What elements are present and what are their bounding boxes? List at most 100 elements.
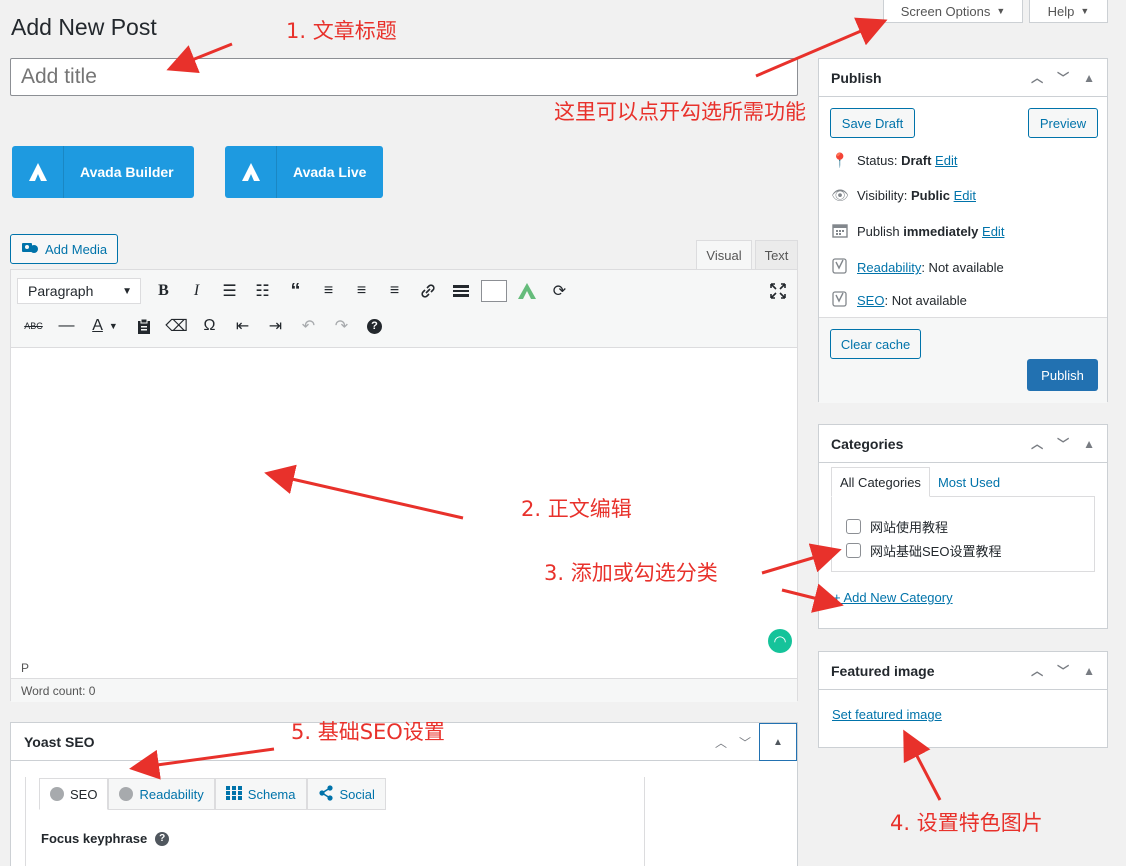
publish-box: Publish ︿ ﹀ ▲ Save Draft Preview 📍 Statu… [818, 58, 1108, 403]
tab-yoast-social-label: Social [339, 786, 375, 802]
link-icon[interactable] [411, 277, 444, 305]
save-draft-button[interactable]: Save Draft [830, 108, 915, 138]
outdent-icon[interactable]: ⇤ [226, 312, 259, 340]
annotation-screen-options: 这里可以点开勾选所需功能 [554, 100, 806, 124]
publish-button[interactable]: Publish [1027, 359, 1098, 391]
align-left-icon[interactable]: ≡ [312, 277, 345, 305]
calendar-icon [831, 222, 849, 241]
post-title-input[interactable] [10, 58, 798, 96]
tab-yoast-seo-label: SEO [70, 786, 98, 802]
align-right-icon[interactable]: ≡ [378, 277, 411, 305]
move-down-icon[interactable]: ﹀ [1057, 435, 1069, 452]
editor-status-bar: P Word count: 0 [11, 658, 797, 702]
collapse-icon[interactable]: ▲ [759, 723, 797, 761]
tab-text[interactable]: Text [755, 240, 798, 270]
bullet-list-icon[interactable]: ☰ [213, 277, 246, 305]
tab-all-categories-label: All Categories [840, 474, 921, 490]
grid-icon [225, 785, 242, 803]
move-up-icon[interactable]: ︿ [1031, 435, 1043, 452]
special-character-icon[interactable]: Ω [193, 312, 226, 340]
read-more-icon[interactable] [444, 277, 477, 305]
numbered-list-icon[interactable]: ☷ [246, 277, 279, 305]
category-checkbox[interactable] [846, 543, 861, 558]
fusion-builder-icon[interactable] [510, 277, 543, 305]
help-icon[interactable]: ? [155, 831, 170, 846]
share-icon [318, 784, 334, 804]
bold-icon[interactable]: B [147, 277, 180, 305]
move-up-icon[interactable]: ︿ [1031, 69, 1043, 86]
move-up-icon[interactable]: ︿ [1031, 662, 1043, 679]
post-content-editor[interactable]: Paragraph ▼ B I ☰ ☷ “ ≡ ≡ ≡ ⟳ ABC — A ▼ … [10, 269, 798, 702]
tab-visual[interactable]: Visual [696, 240, 752, 270]
move-down-icon[interactable]: ﹀ [1057, 69, 1069, 86]
move-down-icon[interactable]: ﹀ [739, 734, 751, 751]
categories-box-title: Categories [831, 435, 904, 452]
avada-logo-icon [12, 146, 64, 198]
collapse-icon[interactable]: ▲ [1083, 71, 1095, 85]
publish-button-label: Publish [1041, 367, 1084, 383]
avada-live-label: Avada Live [293, 164, 367, 180]
avada-live-button[interactable]: Avada Live [225, 146, 383, 198]
clear-cache-button[interactable]: Clear cache [830, 329, 921, 359]
help-button[interactable]: Help ▼ [1029, 0, 1108, 23]
seo-row: SEO: Not available [831, 290, 967, 311]
media-icon [21, 240, 39, 259]
horizontal-line-icon[interactable]: — [50, 312, 83, 340]
text-color-icon[interactable]: A ▼ [83, 312, 127, 340]
status-label: Status: [857, 153, 902, 168]
pin-icon: 📍 [831, 152, 849, 168]
tab-all-categories[interactable]: All Categories [831, 467, 930, 497]
edit-schedule-link[interactable]: Edit [982, 224, 1004, 239]
add-media-button[interactable]: Add Media [10, 234, 118, 264]
undo-icon[interactable]: ↶ [292, 312, 325, 340]
help-label: Help [1047, 3, 1075, 19]
strikethrough-icon[interactable]: ABC [17, 312, 50, 340]
avada-builder-button[interactable]: Avada Builder [12, 146, 194, 198]
blockquote-icon[interactable]: “ [279, 277, 312, 305]
paste-text-icon[interactable] [127, 312, 160, 340]
focus-keyphrase-row: Focus keyphrase ? [41, 831, 170, 846]
seo-link[interactable]: SEO [857, 293, 884, 308]
preview-button[interactable]: Preview [1028, 108, 1098, 138]
redo-icon[interactable]: ↷ [325, 312, 358, 340]
collapse-icon[interactable]: ▲ [1083, 437, 1095, 451]
featured-image-box: Featured image ︿ ﹀ ▲ Set featured image [818, 651, 1108, 748]
collapse-icon[interactable]: ▲ [1083, 664, 1095, 678]
category-item[interactable]: 网站基础SEO设置教程 [846, 541, 1001, 560]
schedule-row: Publish immediately Edit [831, 222, 1004, 241]
set-featured-image-link[interactable]: Set featured image [832, 707, 942, 722]
refresh-icon[interactable]: ⟳ [543, 277, 576, 305]
tab-yoast-social[interactable]: Social [306, 778, 386, 810]
toolbar-toggle-icon[interactable] [477, 277, 510, 305]
visibility-value: Public [910, 188, 950, 203]
readability-link[interactable]: Readability [857, 260, 921, 275]
add-new-category-link[interactable]: + Add New Category [833, 590, 953, 605]
tab-most-used[interactable]: Most Used [930, 467, 1008, 497]
caret-down-icon: ▼ [1080, 6, 1090, 16]
save-draft-label: Save Draft [841, 115, 904, 131]
tab-yoast-readability[interactable]: Readability [108, 778, 215, 810]
italic-icon[interactable]: I [180, 277, 213, 305]
edit-visibility-link[interactable]: Edit [954, 188, 976, 203]
tab-yoast-schema[interactable]: Schema [214, 778, 307, 810]
indent-icon[interactable]: ⇥ [259, 312, 292, 340]
move-down-icon[interactable]: ﹀ [1057, 662, 1069, 679]
edit-status-link[interactable]: Edit [935, 153, 957, 168]
align-center-icon[interactable]: ≡ [345, 277, 378, 305]
format-select[interactable]: Paragraph ▼ [17, 278, 141, 304]
help-icon[interactable]: ? [358, 312, 391, 340]
tab-yoast-seo[interactable]: SEO [39, 778, 109, 810]
publish-box-header: Publish ︿ ﹀ ▲ [819, 59, 1107, 97]
element-path[interactable]: P [21, 661, 29, 675]
avada-builder-label: Avada Builder [80, 164, 174, 180]
clear-formatting-icon[interactable]: ⌫ [160, 312, 193, 340]
move-up-icon[interactable]: ︿ [715, 734, 727, 751]
tab-most-used-label: Most Used [937, 474, 1001, 490]
screen-options-button[interactable]: Screen Options ▼ [883, 0, 1023, 23]
category-item[interactable]: 网站使用教程 [846, 517, 948, 536]
fullscreen-icon[interactable] [761, 277, 794, 305]
publish-label: Publish [857, 224, 904, 239]
category-checkbox[interactable] [846, 519, 861, 534]
categories-box-header: Categories ︿ ﹀ ▲ [819, 425, 1107, 463]
grammarly-icon[interactable]: ◠ [768, 629, 792, 653]
